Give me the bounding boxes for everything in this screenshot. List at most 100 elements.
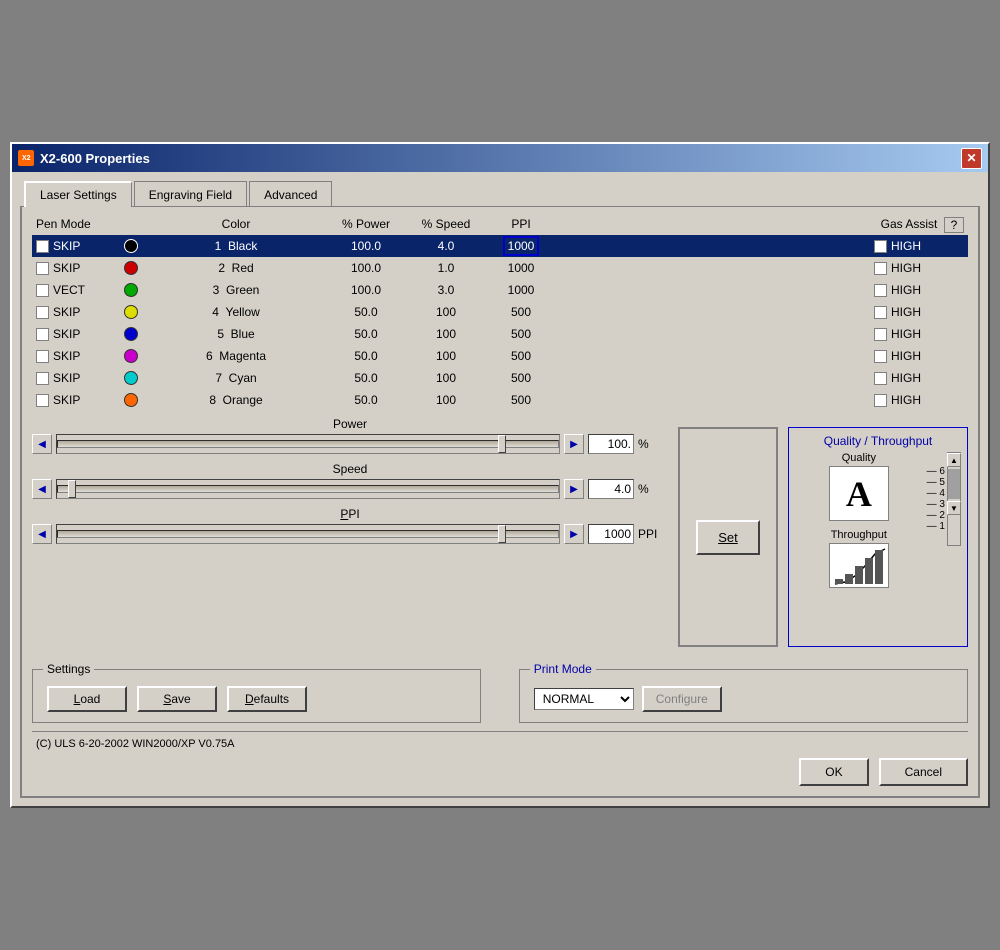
power-input[interactable]	[588, 434, 634, 454]
gas-checkbox[interactable]	[874, 328, 887, 341]
table-row[interactable]: SKIP 2 Red 100.0 1.0 1000 HIGH	[32, 257, 968, 279]
settings-buttons: Load Save Defaults	[47, 686, 466, 712]
power-slider-group: Power ◀ ▶ %	[32, 417, 668, 454]
gas-checkbox[interactable]	[874, 350, 887, 363]
save-button[interactable]: Save	[137, 686, 217, 712]
print-mode-group: Print Mode NORMAL 3D Configure	[519, 669, 968, 723]
speed-value: 100	[406, 349, 486, 363]
tab-advanced[interactable]: Advanced	[249, 181, 332, 207]
header-help[interactable]: ?	[944, 217, 964, 233]
defaults-button[interactable]: Defaults	[227, 686, 307, 712]
power-slider-track[interactable]	[56, 434, 560, 454]
pen-mode-checkbox[interactable]	[36, 328, 49, 341]
pen-number: 1 Black	[146, 239, 326, 253]
quality-icon[interactable]: A	[829, 466, 889, 521]
ppi-slider-group: PPI ◀ ▶ PPI	[32, 507, 668, 544]
table-row[interactable]: SKIP 1 Black 100.0 4.0 1000 HIGH	[32, 235, 968, 257]
quality-items: Quality A Throughput	[795, 452, 923, 588]
quality-throughput-panel: Quality / Throughput Quality A Throughpu…	[788, 427, 968, 647]
gas-checkbox[interactable]	[874, 372, 887, 385]
print-mode-row: NORMAL 3D Configure	[534, 686, 953, 712]
status-text: (C) ULS 6-20-2002 WIN2000/XP V0.75A	[32, 734, 239, 750]
tab-content: Pen Mode Color % Power % Speed PPI Gas A…	[20, 206, 980, 798]
speed-slider-track[interactable]	[56, 479, 560, 499]
gas-checkbox[interactable]	[874, 240, 887, 253]
power-increase-button[interactable]: ▶	[564, 434, 584, 454]
power-value: 50.0	[326, 349, 406, 363]
power-label: Power	[32, 417, 668, 431]
header-pen-mode: Pen Mode	[36, 217, 116, 233]
ppi-value: 1000	[486, 261, 556, 275]
ppi-value: 500	[486, 393, 556, 407]
table-row[interactable]: VECT 3 Green 100.0 3.0 1000 HIGH	[32, 279, 968, 301]
table-row[interactable]: SKIP 5 Blue 50.0 100 500 HIGH	[32, 323, 968, 345]
speed-value: 100	[406, 305, 486, 319]
speed-decrease-button[interactable]: ◀	[32, 479, 52, 499]
gas-label: HIGH	[891, 371, 921, 385]
scroll-up-button[interactable]: ▲	[947, 453, 961, 467]
table-row[interactable]: SKIP 6 Magenta 50.0 100 500 HIGH	[32, 345, 968, 367]
pen-mode-checkbox[interactable]	[36, 306, 49, 319]
speed-increase-button[interactable]: ▶	[564, 479, 584, 499]
ppi-value: 500	[486, 305, 556, 319]
table-row[interactable]: SKIP 8 Orange 50.0 100 500 HIGH	[32, 389, 968, 411]
ppi-decrease-button[interactable]: ◀	[32, 524, 52, 544]
color-swatch	[116, 305, 146, 319]
gas-checkbox[interactable]	[874, 394, 887, 407]
table-row[interactable]: SKIP 7 Cyan 50.0 100 500 HIGH	[32, 367, 968, 389]
power-value: 50.0	[326, 305, 406, 319]
pen-table: SKIP 1 Black 100.0 4.0 1000 HIGH SKIP 2 …	[32, 235, 968, 411]
pen-mode-checkbox[interactable]	[36, 262, 49, 275]
print-mode-select[interactable]: NORMAL 3D	[534, 688, 634, 710]
configure-button[interactable]: Configure	[642, 686, 722, 712]
table-header: Pen Mode Color % Power % Speed PPI Gas A…	[32, 217, 968, 233]
header-color: Color	[146, 217, 326, 233]
quality-scrollbar[interactable]: ▲ ▼	[947, 452, 961, 546]
power-value: 50.0	[326, 371, 406, 385]
gas-checkbox[interactable]	[874, 262, 887, 275]
set-button[interactable]: Set	[696, 520, 760, 555]
gas-label: HIGH	[891, 239, 921, 253]
ppi-slider-track[interactable]	[56, 524, 560, 544]
pen-mode-label: SKIP	[53, 327, 80, 341]
ok-button[interactable]: OK	[799, 758, 868, 786]
pen-mode-checkbox[interactable]	[36, 394, 49, 407]
gas-checkbox[interactable]	[874, 306, 887, 319]
cancel-button[interactable]: Cancel	[879, 758, 968, 786]
gas-label: HIGH	[891, 305, 921, 319]
header-power: % Power	[326, 217, 406, 233]
ppi-value: 500	[486, 349, 556, 363]
header-spacer2	[556, 217, 874, 233]
tab-engraving-field[interactable]: Engraving Field	[134, 181, 247, 207]
pen-mode-checkbox[interactable]	[36, 240, 49, 253]
table-row[interactable]: SKIP 4 Yellow 50.0 100 500 HIGH	[32, 301, 968, 323]
footer-row: Settings Load Save Defaults	[32, 655, 968, 723]
ppi-input[interactable]	[588, 524, 634, 544]
window-body: Laser Settings Engraving Field Advanced …	[12, 172, 988, 806]
gas-checkbox[interactable]	[874, 284, 887, 297]
settings-legend: Settings	[43, 662, 94, 676]
throughput-icon[interactable]	[829, 543, 889, 588]
pen-mode-label: VECT	[53, 283, 85, 297]
gas-assist-cell: HIGH	[874, 261, 944, 275]
pen-number: 4 Yellow	[146, 305, 326, 319]
pen-mode-checkbox[interactable]	[36, 350, 49, 363]
pen-mode-checkbox[interactable]	[36, 284, 49, 297]
tab-laser-settings[interactable]: Laser Settings	[24, 181, 132, 207]
status-area: (C) ULS 6-20-2002 WIN2000/XP V0.75A	[32, 731, 968, 750]
pen-mode-label: SKIP	[53, 393, 80, 407]
scroll-down-button[interactable]: ▼	[947, 501, 961, 515]
ppi-value: 500	[486, 327, 556, 341]
throughput-label: Throughput	[831, 529, 887, 541]
gas-label: HIGH	[891, 261, 921, 275]
header-spacer	[116, 217, 146, 233]
gas-label: HIGH	[891, 283, 921, 297]
load-button[interactable]: Load	[47, 686, 127, 712]
speed-input[interactable]	[588, 479, 634, 499]
ppi-increase-button[interactable]: ▶	[564, 524, 584, 544]
close-button[interactable]: ✕	[961, 148, 982, 169]
power-unit: %	[638, 437, 668, 451]
speed-slider-row: ◀ ▶ %	[32, 479, 668, 499]
power-decrease-button[interactable]: ◀	[32, 434, 52, 454]
pen-mode-checkbox[interactable]	[36, 372, 49, 385]
